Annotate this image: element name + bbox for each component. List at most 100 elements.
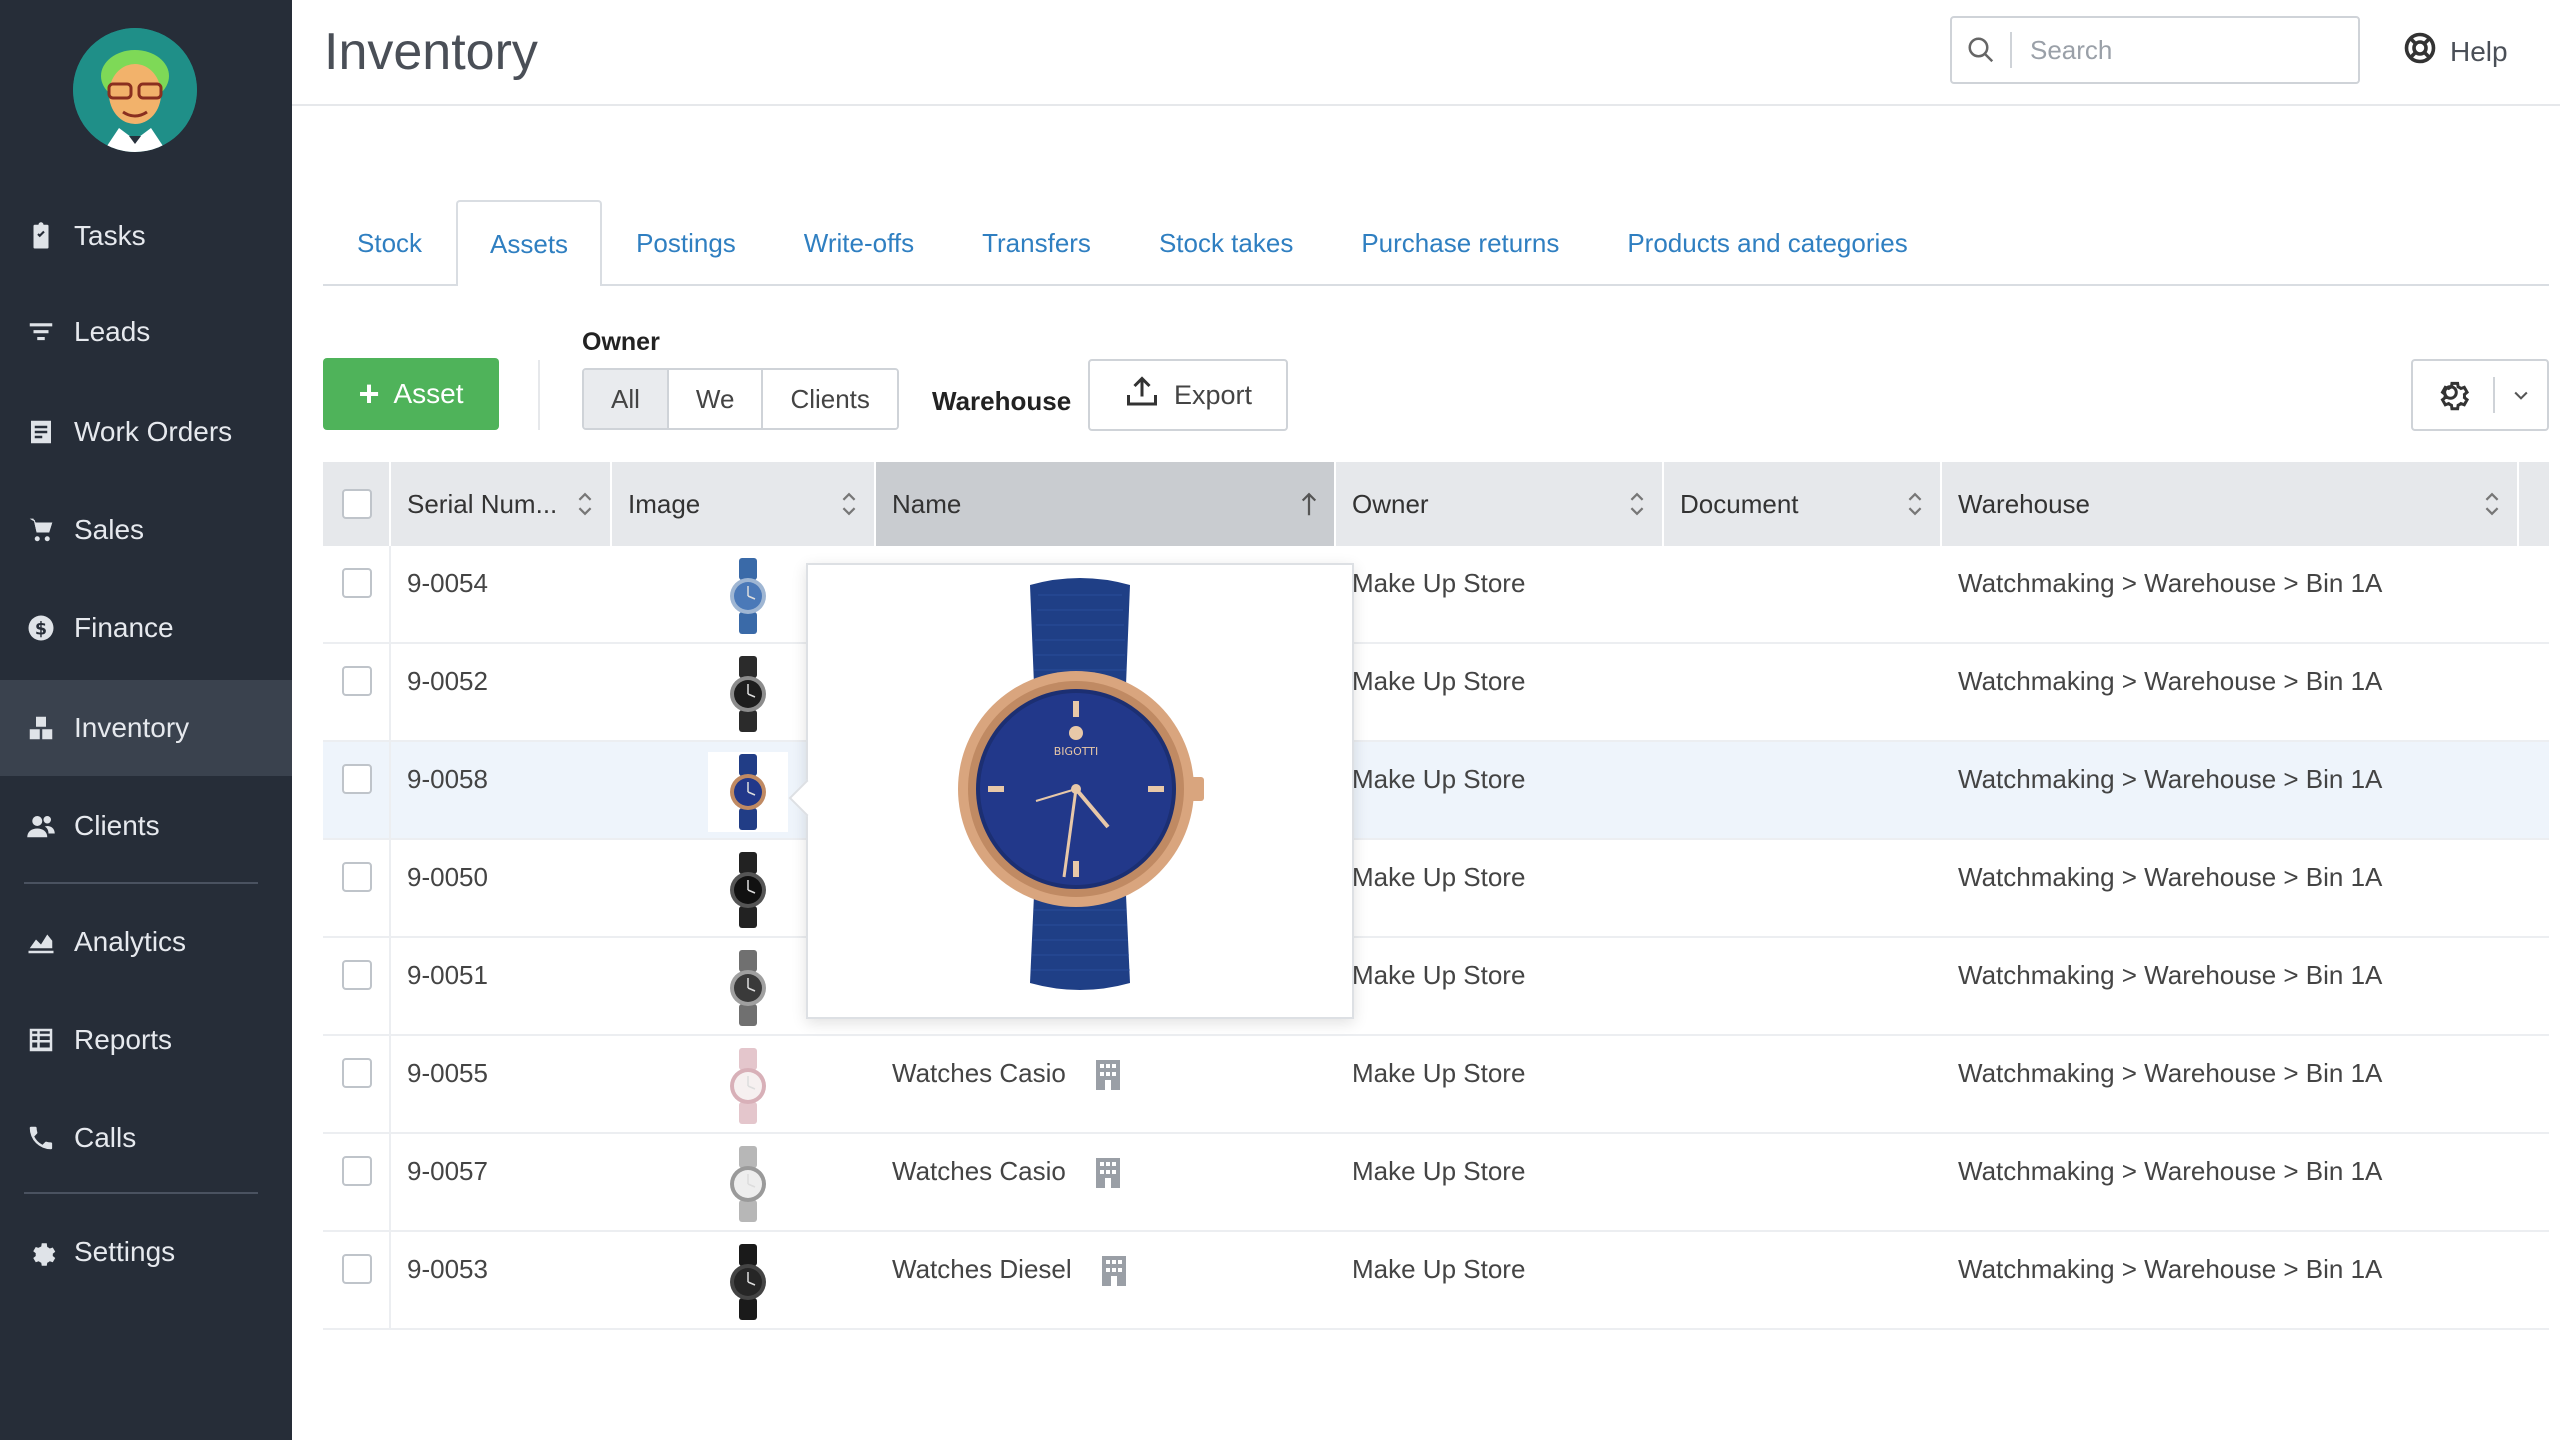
row-checkbox[interactable] [342, 960, 372, 990]
column-header-warehouse[interactable]: Warehouse [1942, 462, 2519, 546]
asset-name[interactable]: Watches Casio [892, 1156, 1066, 1187]
table-row[interactable]: 9-0053 Watches Diesel Make Up Store Watc… [323, 1232, 2549, 1330]
help-button[interactable]: Help [2402, 30, 2508, 73]
sidebar-item-calls[interactable]: Calls [0, 1090, 292, 1186]
row-checkbox[interactable] [342, 862, 372, 892]
watch-thumbnail[interactable] [724, 950, 772, 1026]
column-header-label: Name [892, 488, 962, 519]
warehouse-cell: Watchmaking > Warehouse > Bin 1A [1942, 742, 2519, 838]
tab-postings[interactable]: Postings [602, 200, 770, 284]
table-row[interactable]: 9-0058 Make Up Store Watchmaking > Wareh… [323, 742, 2549, 840]
table-row[interactable]: 9-0051 Make Up Store Watchmaking > Wareh… [323, 938, 2549, 1036]
tab-transfers[interactable]: Transfers [948, 200, 1125, 284]
user-avatar[interactable] [73, 28, 197, 152]
search-box[interactable] [1950, 16, 2360, 84]
watch-thumbnail[interactable] [724, 558, 772, 634]
top-header: Inventory Help [292, 0, 2560, 106]
column-header-name[interactable]: Name [876, 462, 1336, 546]
sidebar-item-label: Tasks [74, 220, 146, 251]
sidebar-item-sales[interactable]: Sales [0, 482, 292, 578]
asset-name[interactable]: Watches Casio [892, 1058, 1066, 1089]
column-header-image[interactable]: Image [612, 462, 876, 546]
export-label: Export [1173, 379, 1253, 410]
row-checkbox[interactable] [342, 1058, 372, 1088]
watch-thumbnail[interactable] [724, 656, 772, 732]
sidebar-item-work-orders[interactable]: Work Orders [0, 384, 292, 480]
owner-filter-we[interactable]: We [668, 370, 764, 428]
boxes-icon [24, 711, 58, 745]
row-checkbox[interactable] [342, 1156, 372, 1186]
tab-products-and-categories[interactable]: Products and categories [1593, 200, 1941, 284]
table-row[interactable]: 9-0057 Watches Casio Make Up Store Watch… [323, 1134, 2549, 1232]
serial-number: 9-0055 [407, 1058, 488, 1088]
watch-thumbnail[interactable] [724, 1146, 772, 1222]
serial-number-cell: 9-0057 [391, 1134, 612, 1230]
document-cell [1664, 840, 1942, 936]
row-checkbox[interactable] [342, 666, 372, 696]
tab-write-offs[interactable]: Write-offs [770, 200, 948, 284]
serial-number-cell: 9-0054 [391, 546, 612, 642]
warehouse-path: Watchmaking > Warehouse > Bin 1A [1958, 1156, 2383, 1186]
warehouse-filter-label[interactable]: Warehouse [932, 386, 1071, 417]
row-checkbox-cell [323, 644, 391, 740]
column-header-label: Image [628, 488, 701, 519]
warehouse-cell: Watchmaking > Warehouse > Bin 1A [1942, 1232, 2519, 1328]
table-row[interactable]: 9-0052 Make Up Store Watchmaking > Wareh… [323, 644, 2549, 742]
row-checkbox[interactable] [342, 1254, 372, 1284]
table-row[interactable]: 9-0055 Watches Casio Make Up Store Watch… [323, 1036, 2549, 1134]
serial-number-cell: 9-0052 [391, 644, 612, 740]
sidebar-item-label: Leads [74, 316, 151, 347]
people-icon [24, 809, 58, 843]
tab-assets[interactable]: Assets [456, 200, 603, 286]
asset-name[interactable]: Watches Diesel [892, 1254, 1072, 1285]
search-input[interactable] [2012, 20, 2332, 80]
owner-filter-all[interactable]: All [584, 370, 669, 428]
table-row[interactable]: 9-0050 Make Up Store Watchmaking > Wareh… [323, 840, 2549, 938]
owner-filter-clients[interactable]: Clients [763, 370, 897, 428]
serial-number-cell: 9-0055 [391, 1036, 612, 1132]
warehouse-cell: Watchmaking > Warehouse > Bin 1A [1942, 840, 2519, 936]
column-header-owner[interactable]: Owner [1336, 462, 1664, 546]
table-row[interactable]: 9-0054 Make Up Store Watchmaking > Wareh… [323, 546, 2549, 644]
tab-purchase-returns[interactable]: Purchase returns [1327, 200, 1593, 284]
sidebar-item-reports[interactable]: Reports [0, 992, 292, 1088]
column-header-label: Warehouse [1958, 488, 2090, 519]
sidebar-item-finance[interactable]: $ Finance [0, 580, 292, 676]
watch-thumbnail[interactable] [724, 1244, 772, 1320]
sidebar-item-leads[interactable]: Leads [0, 284, 292, 380]
serial-number-cell: 9-0050 [391, 840, 612, 936]
lifebuoy-icon [2402, 30, 2450, 73]
image-cell [612, 1232, 876, 1328]
sidebar-item-inventory[interactable]: Inventory [0, 680, 292, 776]
export-button[interactable]: Export [1088, 359, 1288, 431]
document-cell [1664, 742, 1942, 838]
owner-name: Make Up Store [1352, 1254, 1526, 1284]
sidebar-item-analytics[interactable]: Analytics [0, 894, 292, 990]
tab-stock-takes[interactable]: Stock takes [1125, 200, 1327, 284]
sidebar-item-clients[interactable]: Clients [0, 778, 292, 874]
watch-thumbnail[interactable] [724, 852, 772, 928]
row-checkbox-cell [323, 1134, 391, 1230]
watch-thumbnail[interactable] [708, 752, 788, 832]
help-label: Help [2450, 35, 2508, 67]
owner-cell: Make Up Store [1336, 1036, 1664, 1132]
sidebar-item-tasks[interactable]: Tasks [0, 188, 292, 284]
sidebar-item-label: Inventory [74, 712, 190, 743]
cart-icon [24, 513, 58, 547]
tab-stock[interactable]: Stock [323, 200, 456, 284]
row-checkbox[interactable] [342, 568, 372, 598]
building-icon [1095, 1158, 1120, 1188]
add-asset-button[interactable]: + Asset [323, 358, 499, 430]
sidebar-item-settings[interactable]: Settings [0, 1204, 292, 1300]
sidebar-item-label: Settings [74, 1236, 176, 1267]
name-cell: Watches Casio [876, 1134, 1336, 1230]
row-checkbox[interactable] [342, 764, 372, 794]
phone-icon [24, 1121, 58, 1155]
sort-ascending-icon [1301, 492, 1317, 516]
table-settings-button[interactable] [2411, 359, 2549, 431]
select-all-checkbox[interactable] [342, 489, 372, 519]
watch-thumbnail[interactable] [724, 1048, 772, 1124]
owner-name: Make Up Store [1352, 862, 1526, 892]
column-header-serial[interactable]: Serial Num... [391, 462, 612, 546]
column-header-document[interactable]: Document [1664, 462, 1942, 546]
